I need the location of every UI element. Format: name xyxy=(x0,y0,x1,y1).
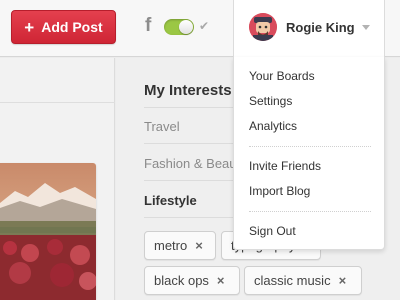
tag-chip[interactable]: classic music × xyxy=(244,266,362,295)
avatar-illustration xyxy=(249,13,277,41)
tag-label: classic music xyxy=(254,273,331,288)
menu-item-analytics[interactable]: Analytics xyxy=(249,119,297,133)
landscape-image xyxy=(0,163,96,300)
interest-category-travel[interactable]: Travel xyxy=(144,119,244,141)
post-photo[interactable] xyxy=(0,163,96,300)
row-divider xyxy=(144,143,239,144)
content-divider xyxy=(0,102,115,103)
remove-tag-icon[interactable]: × xyxy=(195,238,203,253)
facebook-icon[interactable]: f xyxy=(145,16,157,36)
menu-item-invite-friends[interactable]: Invite Friends xyxy=(249,159,321,173)
tag-chip[interactable]: black ops × xyxy=(144,266,240,295)
menu-item-your-boards[interactable]: Your Boards xyxy=(249,69,315,83)
add-post-button[interactable]: + Add Post xyxy=(11,10,116,44)
interest-category-lifestyle[interactable]: Lifestyle xyxy=(144,193,244,215)
tag-label: metro xyxy=(154,238,188,253)
share-toggle[interactable] xyxy=(164,19,194,35)
caret-down-icon[interactable] xyxy=(362,25,370,30)
tag-chip[interactable]: metro × xyxy=(144,231,216,260)
user-name[interactable]: Rogie King xyxy=(286,20,355,35)
remove-tag-icon[interactable]: × xyxy=(217,273,225,288)
row-divider xyxy=(144,107,239,108)
user-dropdown-menu xyxy=(233,57,385,250)
interests-title: My Interests xyxy=(144,82,232,99)
add-post-label: Add Post xyxy=(41,19,103,35)
interest-category-fashion[interactable]: Fashion & Beauty xyxy=(144,156,244,178)
menu-item-sign-out[interactable]: Sign Out xyxy=(249,224,296,238)
toggle-knob xyxy=(179,20,193,34)
menu-item-import-blog[interactable]: Import Blog xyxy=(249,184,310,198)
menu-divider xyxy=(249,211,371,212)
remove-tag-icon[interactable]: × xyxy=(339,273,347,288)
avatar-icon[interactable] xyxy=(249,13,277,41)
plus-icon: + xyxy=(24,17,35,37)
menu-divider xyxy=(249,146,371,147)
row-divider xyxy=(144,180,239,181)
check-icon: ✔ xyxy=(199,19,210,33)
row-divider xyxy=(144,217,239,218)
menu-item-settings[interactable]: Settings xyxy=(249,94,292,108)
tag-label: black ops xyxy=(154,273,209,288)
